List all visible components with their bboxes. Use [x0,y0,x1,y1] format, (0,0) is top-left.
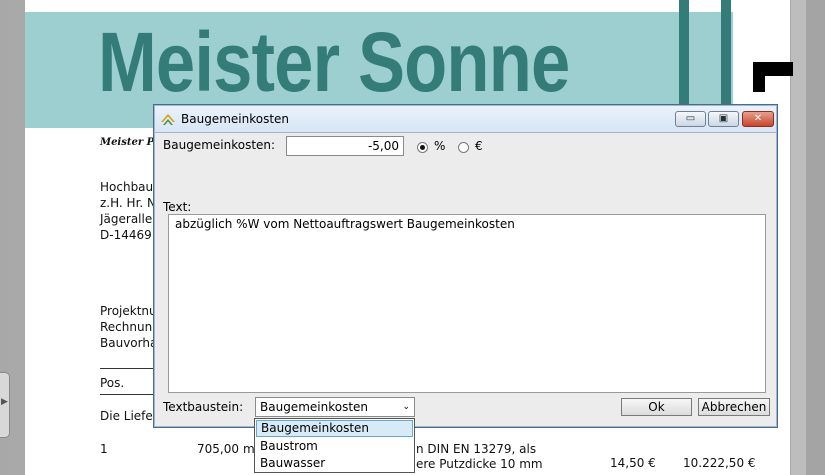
logo-stem-icon [753,62,765,92]
minimize-icon: ▭ [685,113,696,124]
textbaustein-select[interactable]: Baugemeinkosten ⌄ [255,397,415,417]
textbaustein-value: Baugemeinkosten [260,400,369,414]
address-line: Hochbau [100,180,154,194]
baugemeinkosten-dialog: Baugemeinkosten ▭ ▣ ✕ Baugemeinkosten: -… [153,104,778,428]
chevron-down-icon: ⌄ [402,402,410,412]
close-icon: ✕ [753,113,763,124]
dropdown-option[interactable]: Bauwasser [256,455,413,472]
company-name: Meister Sonne [98,15,570,109]
cancel-button[interactable]: Abbrechen [698,398,770,416]
radio-percent[interactable] [417,142,428,153]
arrow-right-icon: ▶ [1,397,8,407]
table-top-rule [100,368,160,369]
address-line: Jägeralle [100,212,153,226]
right-margin [806,0,825,475]
amount-label: Baugemeinkosten: [163,138,276,152]
text-label: Text: [163,200,192,214]
side-panel-handle[interactable]: ▶ [0,372,10,438]
row-unit: m [243,442,255,456]
row-qty: 705,00 [197,442,239,456]
row-total: 10.222,50 € [683,456,756,470]
intro-text: Die Liefer [100,409,158,423]
row-price: 14,50 € [610,456,656,470]
row-pos: 1 [100,442,108,456]
radio-euro[interactable] [458,142,469,153]
table-header-rule [100,394,160,395]
pos-header: Pos. [100,376,125,390]
sender-line: Meister Pe [100,137,161,148]
address-line: D-14469 [100,228,152,242]
project-line: Rechnun [100,320,153,334]
close-button[interactable]: ✕ [742,111,774,127]
minimize-button[interactable]: ▭ [675,111,706,127]
row-desc: n DIN EN 13279, als [416,442,537,456]
dialog-title: Baugemeinkosten [181,112,290,126]
textbaustein-label: Textbaustein: [163,400,244,414]
right-scroll-strip[interactable] [791,0,806,475]
amount-input[interactable]: -5,00 [286,136,404,156]
dialog-titlebar[interactable]: Baugemeinkosten ▭ ▣ ✕ [155,106,776,133]
logo-frame-icon [679,0,731,120]
radio-euro-label[interactable]: € [475,139,483,153]
maximize-button[interactable]: ▣ [708,111,739,127]
row-desc: ere Putzdicke 10 mm [416,457,543,471]
radio-percent-label[interactable]: % [434,139,445,153]
textbaustein-dropdown: Baugemeinkosten Baustrom Bauwasser [254,418,415,473]
project-line: Projektnu [100,304,157,318]
project-line: Bauvorha [100,336,158,350]
dropdown-option[interactable]: Baustrom [256,438,413,455]
roof-icon [161,114,175,125]
address-line: z.H. Hr. N [100,196,157,210]
text-area[interactable]: abzüglich %W vom Nettoauftragswert Bauge… [168,214,766,393]
dropdown-option[interactable]: Baugemeinkosten [256,420,413,437]
ok-button[interactable]: Ok [621,398,692,416]
maximize-icon: ▣ [718,113,729,124]
